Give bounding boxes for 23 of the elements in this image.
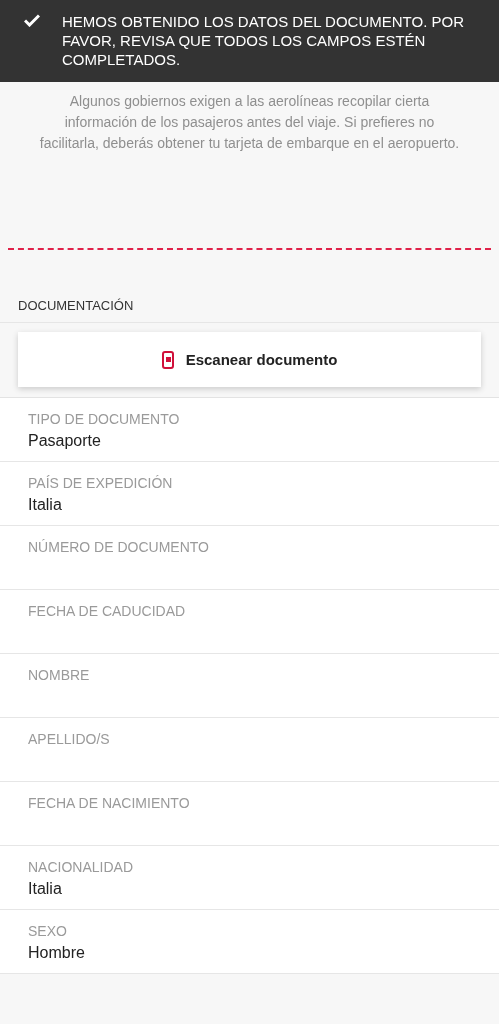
- field-value: Hombre: [28, 943, 86, 963]
- field-label: TIPO DE DOCUMENTO: [28, 410, 181, 428]
- phone-icon: [161, 350, 174, 369]
- field-label: NOMBRE: [28, 666, 91, 684]
- field-label: SEXO: [28, 922, 68, 940]
- banner-message: HEMOS OBTENIDO LOS DATOS DEL DOCUMENTO. POR FAVOR, REVISA QUE TODOS LOS CAMPOS ESTÉN COMPLETADOS.: [62, 12, 465, 70]
- field-label: FECHA DE CADUCIDAD: [28, 602, 187, 620]
- form-field[interactable]: SEXO Hombre: [0, 910, 499, 974]
- section-title: DOCUMENTACIÓN: [0, 250, 499, 323]
- scan-document-button[interactable]: Escanear documento: [18, 332, 481, 387]
- form-field[interactable]: NACIONALIDAD Italia: [0, 846, 499, 910]
- field-label: PAÍS DE EXPEDICIÓN: [28, 474, 174, 492]
- field-label: APELLIDO/S: [28, 730, 111, 748]
- field-label: FECHA DE NACIMIENTO: [28, 794, 191, 812]
- field-value: Pasaporte: [28, 431, 102, 451]
- field-label: NACIONALIDAD: [28, 858, 135, 876]
- field-value: Italia: [28, 495, 63, 515]
- notice-text: Algunos gobiernos exigen a las aerolíneas recopilar cierta información de los pasajeros antes del viaje. Si prefieres no facilitarla, deberás obtener tu tarjeta de embarque en el aeropuerto.: [38, 92, 461, 153]
- field-label: NÚMERO DE DOCUMENTO: [28, 538, 210, 556]
- form-field[interactable]: TIPO DE DOCUMENTO Pasaporte: [0, 398, 499, 462]
- form-field[interactable]: PAÍS DE EXPEDICIÓN Italia: [0, 462, 499, 526]
- check-icon: [24, 14, 40, 27]
- field-value: Italia: [28, 879, 63, 899]
